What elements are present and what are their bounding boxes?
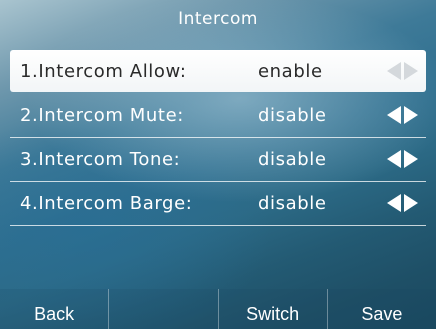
value-switcher[interactable] bbox=[387, 150, 418, 168]
option-value: disable bbox=[258, 148, 327, 170]
back-button[interactable]: Back bbox=[0, 289, 110, 329]
row-divider bbox=[10, 225, 426, 226]
option-value: disable bbox=[258, 192, 327, 214]
option-label: 4.Intercom Barge: bbox=[20, 192, 193, 214]
switch-button[interactable]: Switch bbox=[219, 289, 328, 329]
empty-softkey[interactable] bbox=[109, 289, 219, 329]
page-title: Intercom bbox=[178, 9, 258, 29]
option-label: 1.Intercom Allow: bbox=[20, 60, 187, 82]
arrow-right-icon[interactable] bbox=[404, 194, 418, 212]
arrow-right-icon[interactable] bbox=[404, 62, 418, 80]
value-switcher[interactable] bbox=[387, 62, 418, 80]
option-label: 2.Intercom Mute: bbox=[20, 104, 184, 126]
option-value: enable bbox=[258, 60, 323, 82]
value-switcher[interactable] bbox=[387, 194, 418, 212]
arrow-right-icon[interactable] bbox=[404, 150, 418, 168]
option-intercom-mute[interactable]: 2.Intercom Mute: disable bbox=[10, 94, 426, 138]
save-button[interactable]: Save bbox=[328, 289, 436, 329]
option-label: 3.Intercom Tone: bbox=[20, 148, 181, 170]
arrow-left-icon[interactable] bbox=[387, 106, 401, 124]
option-value: disable bbox=[258, 104, 327, 126]
arrow-left-icon[interactable] bbox=[387, 150, 401, 168]
arrow-left-icon[interactable] bbox=[387, 62, 401, 80]
arrow-left-icon[interactable] bbox=[387, 194, 401, 212]
option-intercom-allow[interactable]: 1.Intercom Allow: enable bbox=[10, 50, 426, 92]
softkey-bar: Back Switch Save bbox=[0, 289, 436, 329]
value-switcher[interactable] bbox=[387, 106, 418, 124]
option-intercom-tone[interactable]: 3.Intercom Tone: disable bbox=[10, 138, 426, 182]
arrow-right-icon[interactable] bbox=[404, 106, 418, 124]
option-intercom-barge[interactable]: 4.Intercom Barge: disable bbox=[10, 182, 426, 226]
